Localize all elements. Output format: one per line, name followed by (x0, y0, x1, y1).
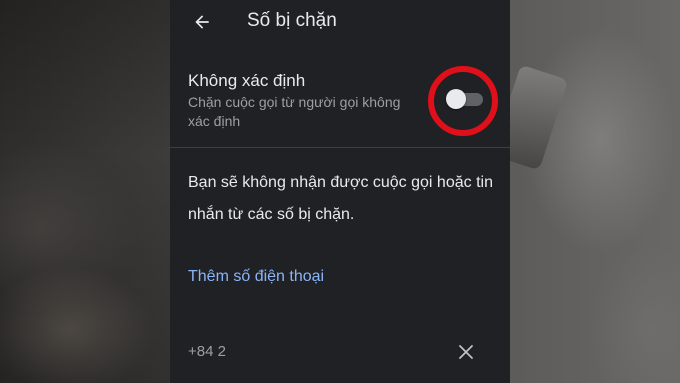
toggle-thumb (446, 89, 466, 109)
unknown-callers-title: Không xác định (188, 71, 306, 90)
back-button[interactable] (186, 8, 218, 36)
blocked-number-row: +84 2 (170, 330, 510, 374)
unknown-callers-setting[interactable]: Không xác định Chặn cuộc gọi từ người gọ… (170, 60, 510, 146)
page-title: Số bị chặn (247, 10, 337, 31)
background-shade (0, 0, 175, 383)
top-app-bar: Số bị chặn (170, 0, 510, 48)
add-number-link[interactable]: Thêm số điện thoại (188, 268, 324, 286)
blocked-numbers-screen: Số bị chặn Không xác định Chặn cuộc gọi … (170, 0, 510, 383)
screenshot-stage: Số bị chặn Không xác định Chặn cuộc gọi … (0, 0, 680, 383)
unknown-callers-toggle[interactable] (446, 87, 486, 111)
unknown-callers-description: Chặn cuộc gọi từ người gọi không xác địn… (188, 94, 401, 129)
close-icon (459, 345, 473, 359)
arrow-back-icon (195, 15, 209, 29)
blocked-number: +84 2 (188, 343, 226, 360)
section-divider (170, 147, 510, 148)
remove-blocked-number-button[interactable] (454, 340, 478, 364)
blocked-info-text: Bạn sẽ không nhận được cuộc gọi hoặc tin… (188, 174, 493, 223)
